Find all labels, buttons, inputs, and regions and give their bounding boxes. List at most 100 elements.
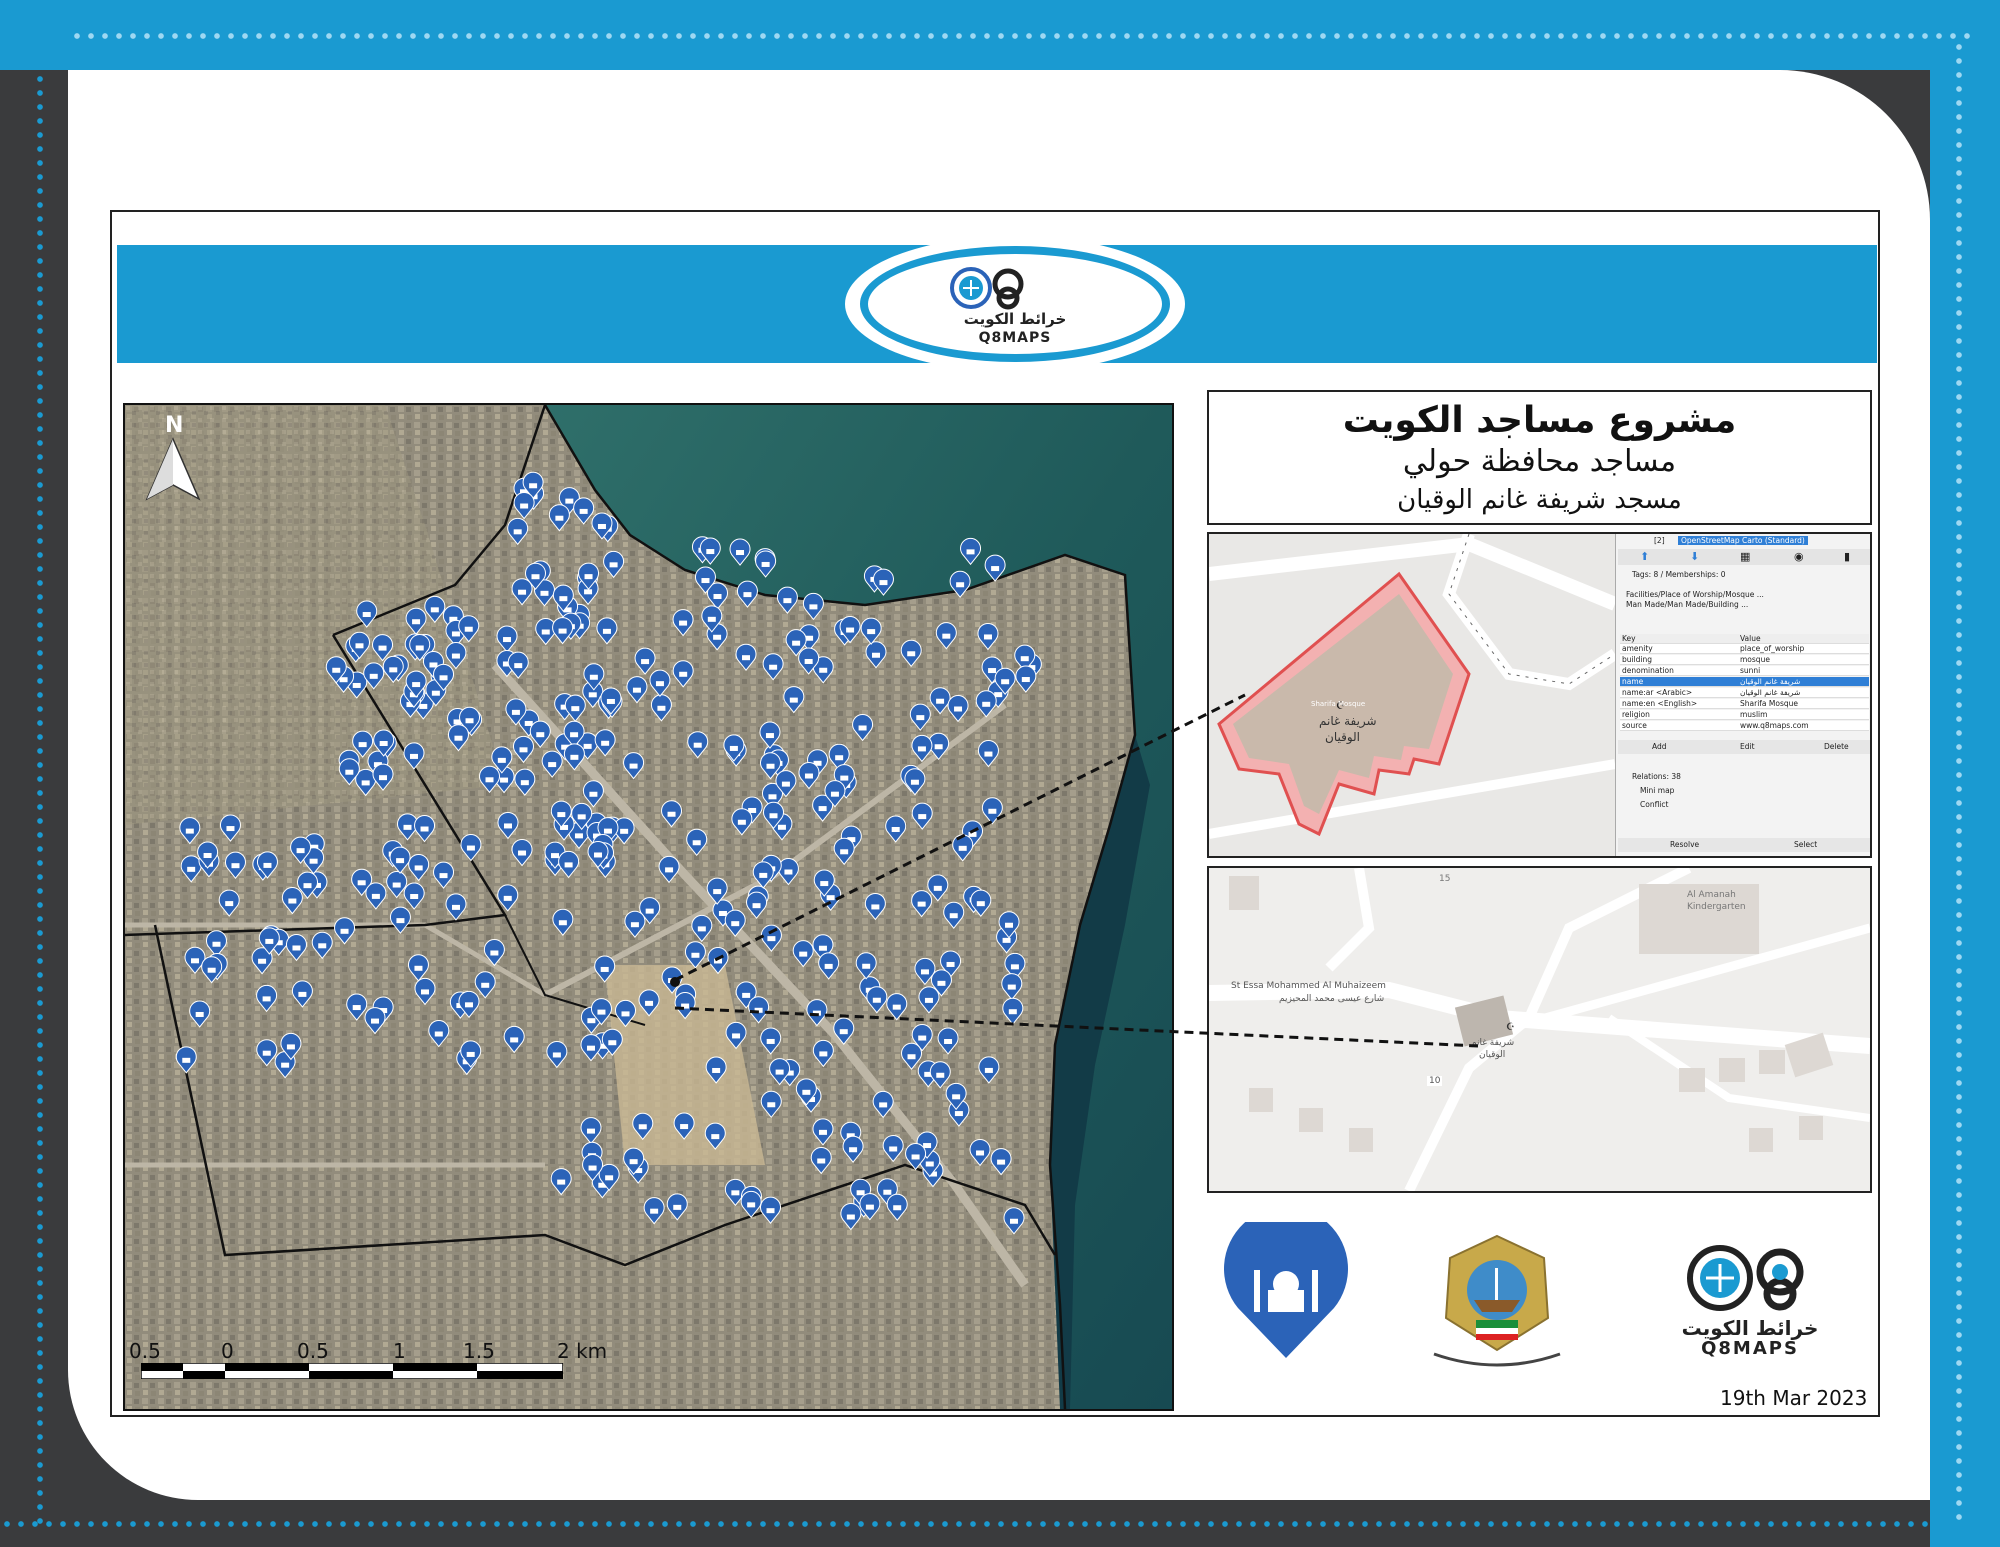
mosque-pin-glyph (824, 963, 833, 969)
mosque-pin-glyph (434, 1031, 443, 1037)
mosque-pin-glyph (766, 1038, 775, 1044)
mosque-pin-glyph (1010, 964, 1019, 970)
mosque-pin-glyph (552, 1052, 561, 1058)
osm-toolbar: ⬆ ⬇ ▦ ◉ ▮ (1618, 549, 1870, 565)
mosque-pin-glyph (520, 503, 529, 509)
mosque-pin-glyph (464, 626, 473, 632)
mosque-pin-glyph (630, 922, 639, 928)
mosque-pin-glyph (1009, 1218, 1018, 1224)
mosque-pin-glyph (439, 873, 448, 879)
mosque-pin-glyph (933, 885, 942, 891)
mosque-pin-glyph (917, 746, 926, 752)
layer-row[interactable]: [2] OpenStreetMap Carto (Standard) (1618, 536, 1870, 546)
frame-right-band (1930, 0, 2000, 1547)
delete-tag-button[interactable]: Delete (1824, 742, 1849, 751)
mosque-pin-glyph (818, 945, 827, 951)
mosque-pin-glyph (262, 1050, 271, 1056)
minimap-row[interactable]: Mini map (1618, 786, 1870, 796)
mosque-pin-glyph (942, 633, 951, 639)
mosque-pin-glyph (983, 634, 992, 640)
mosque-pin-glyph (565, 498, 574, 504)
conflict-text: Conflict (1640, 800, 1669, 809)
eye-icon[interactable]: ◉ (1794, 550, 1804, 563)
mosque-pin-glyph (731, 1190, 740, 1196)
mosque-pin-glyph (370, 1018, 379, 1024)
mosque-pin-glyph (862, 963, 871, 969)
dotted-border-left (36, 30, 44, 1530)
mosque-pin-glyph (934, 744, 943, 750)
osm-editor-inset[interactable]: ☪ Sharifa Mosque شريفة غانم الوقيان [2] … (1207, 532, 1872, 858)
mosque-pin-glyph (925, 1161, 934, 1167)
tag-row[interactable]: building mosque (1620, 655, 1869, 665)
mosque-pin-glyph (766, 1208, 775, 1214)
mosque-pin-glyph (187, 866, 196, 872)
mosque-pin-glyph (557, 812, 566, 818)
header-logo-ar: خرائط الكويت (963, 310, 1067, 328)
mosque-pin-glyph (195, 1011, 204, 1017)
mosque-pin-glyph (288, 898, 297, 904)
mosque-pin-glyph (500, 777, 509, 783)
osm-tag-panel[interactable]: [2] OpenStreetMap Carto (Standard) ⬆ ⬇ ▦… (1615, 534, 1870, 856)
preset-row-2[interactable]: Man Made/Man Made/Building ... (1618, 600, 1870, 610)
mosque-pin-glyph (430, 607, 439, 613)
layers-icon[interactable]: ▦ (1740, 550, 1750, 563)
tag-row[interactable]: amenity place_of_worship (1620, 644, 1869, 654)
mosque-pin-glyph (190, 958, 199, 964)
street-map-inset[interactable]: ☪ Al Amanah Kindergarten St Essa Mohamme… (1207, 866, 1872, 1193)
mosque-pin-glyph (949, 913, 958, 919)
add-tag-button[interactable]: Add (1652, 742, 1667, 751)
mosque-pin-glyph (540, 590, 549, 596)
governorate-subtitle: مساجد محافظة حولي (1402, 444, 1677, 479)
layer-name[interactable]: OpenStreetMap Carto (Standard) (1678, 536, 1808, 545)
edit-tag-button[interactable]: Edit (1740, 742, 1755, 751)
mosque-pin-glyph (984, 1067, 993, 1073)
mosque-pin-glyph (292, 945, 301, 951)
tag-row[interactable]: name:en <English> Sharifa Mosque (1620, 699, 1869, 709)
mosque-pin-glyph (510, 1037, 519, 1043)
mosque-pin-glyph (759, 872, 768, 878)
select-button[interactable]: Select (1794, 840, 1817, 849)
mosque-pin-glyph (258, 958, 267, 964)
mosque-pin-glyph (752, 903, 761, 909)
mosque-pin-glyph (451, 653, 460, 659)
tag-key: amenity (1622, 644, 1653, 653)
tag-row[interactable]: denomination sunni (1620, 666, 1869, 676)
preset-row-1[interactable]: Facilities/Place of Worship/Mosque ... (1618, 590, 1870, 600)
tag-row[interactable]: name شريفة غانم الوقيان (1620, 677, 1869, 687)
mosque-pin-glyph (713, 634, 722, 640)
conflict-row[interactable]: Conflict (1618, 800, 1870, 810)
tag-value: شريفة غانم الوقيان (1740, 688, 1801, 697)
mosque-pin-glyph (570, 732, 579, 738)
osm-building-label-en: Sharifa Mosque (1311, 700, 1366, 708)
mosque-pin-glyph (588, 692, 597, 698)
tags-header[interactable]: Tags: 8 / Memberships: 0 (1618, 570, 1870, 580)
mosque-pin-glyph (431, 690, 440, 696)
mosque-pin-glyph (655, 681, 664, 687)
mosque-pin-glyph (589, 791, 598, 797)
mosque-pin-glyph (767, 936, 776, 942)
street-label-ar: شارع عيسى محمد المحيزيم (1279, 994, 1385, 1004)
resolve-button[interactable]: Resolve (1670, 840, 1699, 849)
relations-row[interactable]: Relations: 38 (1618, 772, 1870, 782)
trash-icon[interactable]: ▮ (1844, 550, 1850, 563)
mosque-pin-glyph (718, 910, 727, 916)
mosque-pin-glyph (361, 780, 370, 786)
mosque-pin-glyph (867, 629, 876, 635)
mosque-pin-glyph (601, 740, 610, 746)
tag-value: muslim (1740, 710, 1768, 719)
tag-row[interactable]: name:ar <Arabic> شريفة غانم الوقيان (1620, 688, 1869, 698)
down-arrow-icon[interactable]: ⬇ (1690, 550, 1699, 563)
street-label-en: St Essa Mohammed Al Muhaizeem (1231, 981, 1386, 991)
mosque-pin-glyph (818, 806, 827, 812)
tag-row[interactable]: source www.q8maps.com (1620, 721, 1869, 731)
dotted-border-bottom (0, 1520, 1960, 1528)
mosque-pin-glyph (775, 1069, 784, 1075)
mosque-pin-glyph (713, 889, 722, 895)
up-arrow-icon[interactable]: ⬆ (1640, 550, 1649, 563)
mosque-pin-glyph (557, 1179, 566, 1185)
mosque-pin-glyph (918, 814, 927, 820)
satellite-map[interactable]: N 0.5 0 0.5 1 1.5 2 km (123, 403, 1174, 1411)
mosque-pin-glyph (298, 991, 307, 997)
mosque-pin-glyph (597, 523, 606, 529)
tag-row[interactable]: religion muslim (1620, 710, 1869, 720)
